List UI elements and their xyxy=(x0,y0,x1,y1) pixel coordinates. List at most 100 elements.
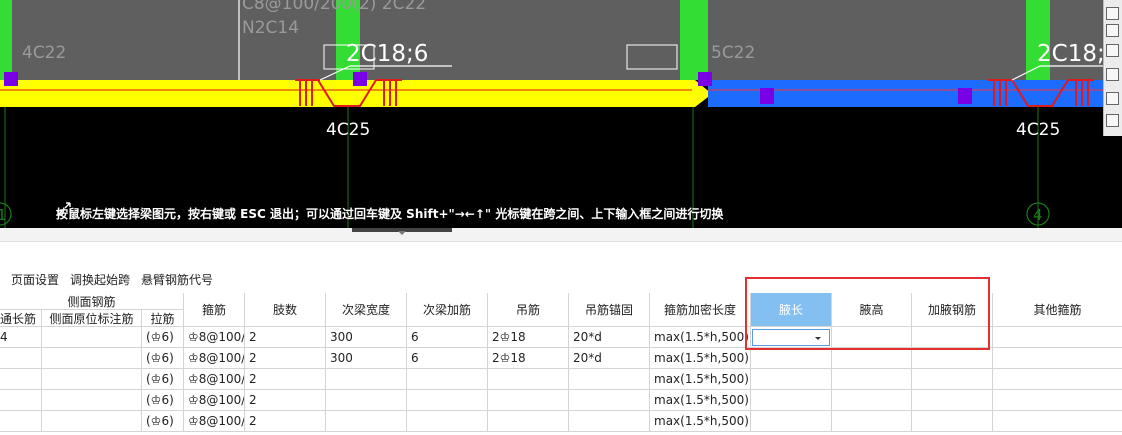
header-legs[interactable]: 肢数 xyxy=(245,293,326,327)
view-tool-button-5[interactable] xyxy=(1106,92,1119,105)
cell-haunch-len[interactable] xyxy=(751,348,832,369)
cell-other-stirrup[interactable] xyxy=(993,369,1122,390)
cell-stirrup[interactable]: ♔8@100/ xyxy=(184,390,245,411)
cell-haunch-rebar[interactable] xyxy=(912,390,993,411)
cell-other-stirrup[interactable] xyxy=(993,348,1122,369)
cell-hanger[interactable]: 2♔18 xyxy=(488,348,569,369)
haunch-length-dropdown[interactable] xyxy=(752,329,830,346)
cell-haunch-rebar[interactable] xyxy=(912,327,993,348)
cell-secondary-width[interactable] xyxy=(326,369,407,390)
chevron-down-icon[interactable] xyxy=(815,337,821,340)
header-haunch-length[interactable]: 腋长 xyxy=(751,293,832,327)
panel-splitter[interactable] xyxy=(0,228,1122,242)
cell-side-long[interactable]: 4 xyxy=(0,327,42,348)
cell-side-original[interactable] xyxy=(42,327,142,348)
cell-tie[interactable]: (♔6) xyxy=(142,390,184,411)
cell-secondary-add[interactable]: 6 xyxy=(407,348,488,369)
cell-legs[interactable]: 2 xyxy=(245,411,326,432)
cell-hanger[interactable]: 2♔18 xyxy=(488,327,569,348)
cell-stirrup-dense-len[interactable]: max(1.5*h,500) xyxy=(650,369,751,390)
cell-side-original[interactable] xyxy=(42,348,142,369)
column-right[interactable] xyxy=(1026,0,1050,80)
cell-other-stirrup[interactable] xyxy=(993,411,1122,432)
cantilever-code-button[interactable]: 悬臂钢筋代号 xyxy=(141,271,213,288)
header-hanger[interactable]: 吊筋 xyxy=(488,293,569,327)
cell-side-original[interactable] xyxy=(42,411,142,432)
cell-hanger-anchor[interactable] xyxy=(569,390,650,411)
header-tie[interactable]: 拉筋 xyxy=(142,310,184,327)
cell-haunch-height[interactable] xyxy=(832,369,912,390)
cell-secondary-add[interactable] xyxy=(407,369,488,390)
cell-haunch-height[interactable] xyxy=(832,327,912,348)
cell-haunch-rebar[interactable] xyxy=(912,369,993,390)
cell-haunch-len[interactable] xyxy=(751,411,832,432)
cell-tie[interactable]: (♔6) xyxy=(142,369,184,390)
cell-stirrup[interactable]: ♔8@100/ xyxy=(184,327,245,348)
cell-secondary-add[interactable]: 6 xyxy=(407,327,488,348)
cell-hanger[interactable] xyxy=(488,411,569,432)
header-stirrup-dense-length[interactable]: 箍筋加密长度 xyxy=(650,293,751,327)
cell-haunch-height[interactable] xyxy=(832,411,912,432)
cell-secondary-add[interactable] xyxy=(407,390,488,411)
view-tool-button-2[interactable] xyxy=(1106,24,1119,37)
cell-tie[interactable]: (♔6) xyxy=(142,348,184,369)
column-mid-right[interactable] xyxy=(680,0,708,80)
header-haunch-rebar[interactable]: 加腋钢筋 xyxy=(912,293,993,327)
cell-side-original[interactable] xyxy=(42,390,142,411)
cell-hanger-anchor[interactable] xyxy=(569,411,650,432)
header-haunch-height[interactable]: 腋高 xyxy=(832,293,912,327)
header-side-original[interactable]: 侧面原位标注筋 xyxy=(42,310,142,327)
page-setup-button[interactable]: 页面设置 xyxy=(11,271,59,288)
cell-stirrup[interactable]: ♔8@100/ xyxy=(184,348,245,369)
cell-side-long[interactable] xyxy=(0,369,42,390)
cell-hanger-anchor[interactable] xyxy=(569,369,650,390)
header-stirrup[interactable]: 箍筋 xyxy=(184,293,245,327)
cell-stirrup-dense-len[interactable]: max(1.5*h,500) xyxy=(650,327,751,348)
cell-side-original[interactable] xyxy=(42,369,142,390)
adjust-start-span-button[interactable]: 调换起始跨 xyxy=(70,271,130,288)
header-side-long[interactable]: 通长筋 xyxy=(0,310,42,327)
cell-stirrup-dense-len[interactable]: max(1.5*h,500) xyxy=(650,348,751,369)
cell-secondary-width[interactable]: 300 xyxy=(326,348,407,369)
cell-legs[interactable]: 2 xyxy=(245,390,326,411)
view-tool-button-6[interactable] xyxy=(1106,114,1119,127)
cell-hanger[interactable] xyxy=(488,390,569,411)
cell-side-long[interactable] xyxy=(0,390,42,411)
header-hanger-anchor[interactable]: 吊筋锚固 xyxy=(569,293,650,327)
cell-secondary-add[interactable] xyxy=(407,411,488,432)
cell-stirrup[interactable]: ♔8@100/ xyxy=(184,411,245,432)
cell-legs[interactable]: 2 xyxy=(245,348,326,369)
cell-legs[interactable]: 2 xyxy=(245,369,326,390)
cube-view-icon[interactable] xyxy=(1106,68,1119,81)
view-tool-button-3[interactable] xyxy=(1106,44,1119,57)
header-other-stirrup[interactable]: 其他箍筋 xyxy=(993,293,1122,327)
cell-stirrup-dense-len[interactable]: max(1.5*h,500) xyxy=(650,411,751,432)
cell-side-long[interactable] xyxy=(0,348,42,369)
header-secondary-width[interactable]: 次梁宽度 xyxy=(326,293,407,327)
header-secondary-add[interactable]: 次梁加筋 xyxy=(407,293,488,327)
cell-stirrup[interactable]: ♔8@100/ xyxy=(184,369,245,390)
cell-tie[interactable]: (♔6) xyxy=(142,411,184,432)
cell-haunch-rebar[interactable] xyxy=(912,348,993,369)
cell-secondary-width[interactable] xyxy=(326,390,407,411)
cell-hanger[interactable] xyxy=(488,369,569,390)
cell-legs[interactable]: 2 xyxy=(245,327,326,348)
cell-haunch-len[interactable] xyxy=(751,390,832,411)
cell-secondary-width[interactable] xyxy=(326,411,407,432)
cell-secondary-width[interactable]: 300 xyxy=(326,327,407,348)
cell-hanger-anchor[interactable]: 20*d xyxy=(569,327,650,348)
cell-haunch-height[interactable] xyxy=(832,348,912,369)
cell-haunch-height[interactable] xyxy=(832,390,912,411)
chevron-down-icon[interactable] xyxy=(398,231,406,235)
cell-haunch-rebar[interactable] xyxy=(912,411,993,432)
cell-stirrup-dense-len[interactable]: max(1.5*h,500) xyxy=(650,390,751,411)
cell-tie[interactable]: (♔6) xyxy=(142,327,184,348)
cad-drawing[interactable]: 4C22 C8@100/200(2) 2C22 N2C14 2C18;6 5C2… xyxy=(0,0,1122,228)
column-left[interactable] xyxy=(0,0,12,80)
view-tool-button-1[interactable] xyxy=(1106,7,1119,20)
cad-viewport[interactable]: 4C22 C8@100/200(2) 2C22 N2C14 2C18;6 5C2… xyxy=(0,0,1122,228)
cell-haunch-len[interactable] xyxy=(751,369,832,390)
cell-hanger-anchor[interactable]: 20*d xyxy=(569,348,650,369)
cell-other-stirrup[interactable] xyxy=(993,327,1122,348)
cell-other-stirrup[interactable] xyxy=(993,390,1122,411)
